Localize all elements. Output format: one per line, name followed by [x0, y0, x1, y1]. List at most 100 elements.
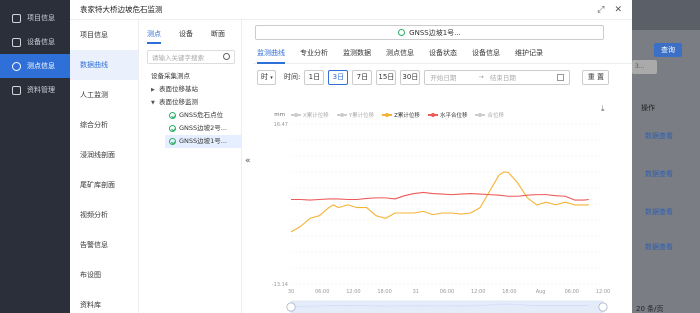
bg-view-link[interactable]: 数据查看: [645, 207, 673, 217]
bg-view-link[interactable]: 数据查看: [645, 169, 673, 179]
main-tab[interactable]: 监测曲线: [257, 44, 285, 64]
legend-item[interactable]: 合位移: [475, 111, 504, 119]
legend-swatch: [336, 113, 347, 117]
bg-pager-size[interactable]: 20 条/页: [636, 304, 664, 313]
bg-view-link[interactable]: 数据查看: [645, 242, 673, 252]
range-button[interactable]: 1日: [304, 69, 325, 85]
series-line: [291, 191, 589, 201]
tree-search-input[interactable]: 请输入关键字搜索: [147, 50, 235, 64]
bg-select[interactable]: 3...: [632, 60, 657, 74]
main-tab[interactable]: 监测数据: [343, 44, 371, 64]
bg-sidebar-item-point[interactable]: 测点信息: [0, 54, 70, 78]
modal-menu-item[interactable]: 人工监测: [70, 80, 138, 110]
legend-item[interactable]: Z累计位移: [382, 111, 420, 119]
end-date-placeholder: 结束日期: [489, 74, 516, 82]
main-tab[interactable]: 维护记录: [515, 44, 543, 64]
tree-leaf-point[interactable]: GNSS危石点位: [139, 109, 241, 122]
tree-tab[interactable]: 断面: [211, 20, 225, 48]
bg-query-button[interactable]: 查询: [654, 43, 682, 57]
tree-group-base[interactable]: ▶ 表面位移基站: [139, 83, 241, 96]
background-sidebar: 项目信息 设备信息 测点信息 资料管理: [0, 0, 70, 313]
modal-menu-item[interactable]: 浸润线剖面: [70, 140, 138, 170]
date-range-picker[interactable]: 开始日期 → 结束日期: [424, 69, 571, 85]
bg-sidebar-label: 设备信息: [27, 38, 55, 46]
check-circle-icon: [169, 125, 176, 132]
tree-tab[interactable]: 测点: [147, 20, 161, 48]
range-button[interactable]: 3日: [328, 69, 349, 85]
y-tick-label: -13.14: [272, 282, 288, 288]
x-tick-label: 12:00: [471, 289, 485, 295]
range-button[interactable]: 15日: [376, 69, 397, 85]
time-label: 时间:: [284, 73, 301, 81]
legend-item[interactable]: 水平合位移: [427, 111, 468, 119]
x-tick-label: 12:00: [596, 289, 610, 295]
point-tree-panel: 测点 设备 断面 请输入关键字搜索 设备采集测点 ▶ 表面位移基站 ▼ 表面位移监测 G…: [139, 20, 242, 313]
bg-sidebar-label: 资料管理: [27, 86, 55, 94]
bg-sidebar-item-docs[interactable]: 资料管理: [0, 78, 70, 102]
main-tab[interactable]: 设备信息: [472, 44, 500, 64]
modal-menu-item[interactable]: 项目信息: [70, 20, 138, 50]
modal-menu-item[interactable]: 布设图: [70, 260, 138, 290]
legend-item[interactable]: Y累计位移: [336, 111, 374, 119]
bg-sidebar-item-device[interactable]: 设备信息: [0, 30, 70, 54]
bg-view-link[interactable]: 数据查看: [645, 131, 673, 141]
x-tick-label: 06:00: [315, 289, 329, 295]
y-tick-label: 16.47: [274, 122, 288, 128]
main-tab[interactable]: 测点信息: [386, 44, 414, 64]
tree-tab[interactable]: 设备: [179, 20, 193, 48]
station-selector[interactable]: GNSS边坡1号...: [255, 25, 604, 40]
modal-menu-item[interactable]: 尾矿库剖面: [70, 170, 138, 200]
detail-modal: 袁家特大桥边坡危石监测 ⤢ ✕ 项目信息 数据曲线 人工监测 综合分析 浸润线剖面 尾矿库…: [70, 0, 632, 313]
legend-label: 水平合位移: [439, 113, 468, 119]
bg-sidebar-item-project[interactable]: 项目信息: [0, 6, 70, 30]
legend-item[interactable]: X累计位移: [291, 111, 329, 119]
reset-button[interactable]: 重 置: [582, 69, 610, 85]
tree-leaf-label: GNSS危石点位: [179, 111, 224, 119]
download-icon[interactable]: ⤓: [601, 104, 605, 114]
chart-legend: X累计位移 Y累计位移 Z累计位移 水平合位移 合位移: [291, 111, 504, 119]
main-tabs: 监测曲线 专业分析 监测数据 测点信息 设备状态 设备信息 维护记录: [253, 44, 632, 64]
range-arrow: →: [478, 73, 484, 81]
check-circle-icon: [169, 112, 176, 119]
tree-group-label: 表面位移基站: [159, 85, 198, 93]
bg-op-header: 操作: [641, 104, 655, 112]
modal-left-menu: 项目信息 数据曲线 人工监测 综合分析 浸润线剖面 尾矿库剖面 视频分析 告警信息 布设图 资料库: [70, 20, 139, 313]
search-icon[interactable]: [223, 53, 230, 60]
range-button[interactable]: 7日: [352, 69, 373, 85]
close-icon[interactable]: ✕: [614, 5, 622, 15]
modal-menu-item[interactable]: 资料库: [70, 290, 138, 313]
bg-sidebar-label: 测点信息: [27, 62, 55, 70]
x-tick-label: 31: [413, 289, 419, 295]
period-select[interactable]: 时 ▾: [257, 69, 276, 85]
zoom-handle[interactable]: [598, 302, 608, 312]
calendar-icon: [557, 73, 565, 81]
modal-menu-item[interactable]: 综合分析: [70, 110, 138, 140]
range-button[interactable]: 30日: [400, 69, 421, 85]
modal-menu-item[interactable]: 视频分析: [70, 200, 138, 230]
tree-group-monitor[interactable]: ▼ 表面位移监测: [139, 96, 241, 109]
tree-group-label: 表面位移监测: [159, 98, 198, 106]
zoom-window: [291, 301, 603, 313]
collapse-panel-icon[interactable]: «: [245, 156, 251, 166]
main-tab[interactable]: 设备状态: [429, 44, 457, 64]
caret-down-icon[interactable]: ▼: [151, 97, 159, 110]
chevron-down-icon: ▾: [270, 74, 273, 81]
legend-swatch: [382, 113, 393, 117]
modal-menu-item[interactable]: 告警信息: [70, 230, 138, 260]
fullscreen-icon[interactable]: ⤢: [597, 5, 604, 15]
main-tab[interactable]: 专业分析: [300, 44, 328, 64]
x-tick-label: 18:00: [502, 289, 516, 295]
bg-sidebar-label: 项目信息: [27, 14, 55, 22]
main-panel: GNSS边坡1号... 监测曲线 专业分析 监测数据 测点信息 设备状态 设备信息 维护记录…: [253, 20, 632, 313]
tree-leaf-point[interactable]: GNSS边坡2号...: [139, 122, 241, 135]
zoom-handle[interactable]: [286, 302, 296, 312]
displacement-chart: mm 16.47 -13.1430 06:00 12:00 18:00 31 06:00 12:…: [272, 112, 610, 313]
legend-label: X累计位移: [303, 113, 329, 119]
tree-root[interactable]: 设备采集测点: [139, 70, 241, 83]
x-tick-label: Aug: [536, 289, 546, 295]
tree-leaf-point[interactable]: GNSS边坡1号...: [165, 135, 241, 148]
x-tick-label: 06:00: [440, 289, 454, 295]
location-icon: [12, 61, 21, 71]
modal-menu-item[interactable]: 数据曲线: [70, 50, 138, 80]
x-tick-label: 30: [288, 289, 294, 295]
